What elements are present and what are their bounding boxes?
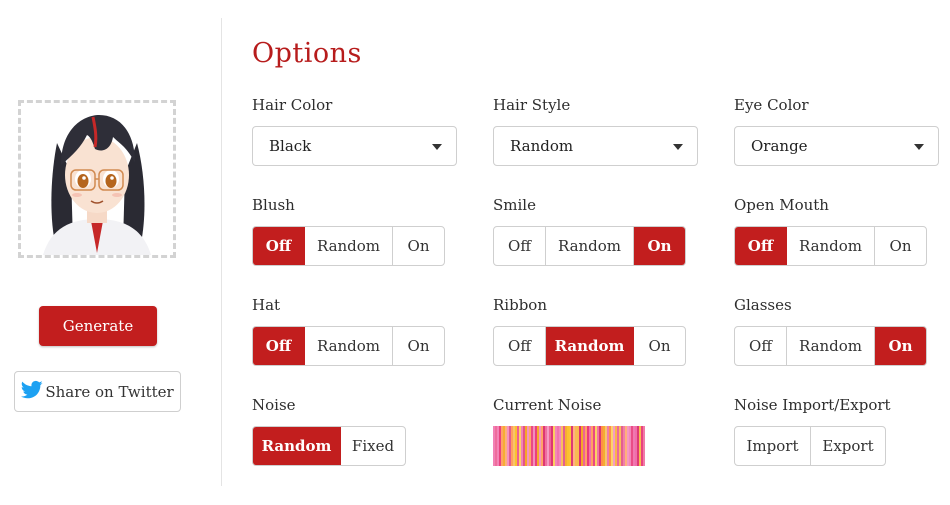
smile-option-random[interactable]: Random — [546, 227, 634, 265]
ribbon-option-random[interactable]: Random — [546, 327, 634, 365]
import-button[interactable]: Import — [735, 427, 811, 465]
glasses-option-off[interactable]: Off — [735, 327, 787, 365]
noise-label: Noise — [252, 396, 296, 414]
hat-option-on[interactable]: On — [393, 327, 444, 365]
current-noise-label: Current Noise — [493, 396, 602, 414]
blush-toggle-group: Off Random On — [252, 226, 445, 266]
share-twitter-button[interactable]: Share on Twitter — [14, 371, 181, 412]
blush-option-random[interactable]: Random — [305, 227, 393, 265]
smile-label: Smile — [493, 196, 536, 214]
glasses-toggle-group: Off Random On — [734, 326, 927, 366]
open-mouth-option-off[interactable]: Off — [735, 227, 787, 265]
share-twitter-label: Share on Twitter — [45, 382, 174, 401]
preview-panel: Generate Share on Twitter — [0, 0, 220, 505]
blush-option-on[interactable]: On — [393, 227, 444, 265]
glasses-label: Glasses — [734, 296, 792, 314]
eye-color-label: Eye Color — [734, 96, 809, 114]
blush-label: Blush — [252, 196, 295, 214]
ribbon-option-off[interactable]: Off — [494, 327, 546, 365]
hair-style-select[interactable]: Random — [493, 126, 698, 166]
panel-divider — [221, 18, 222, 486]
glasses-option-random[interactable]: Random — [787, 327, 875, 365]
chevron-down-icon — [432, 144, 442, 150]
options-title: Options — [252, 38, 362, 69]
hat-label: Hat — [252, 296, 281, 314]
chevron-down-icon — [914, 144, 924, 150]
smile-toggle-group: Off Random On — [493, 226, 686, 266]
open-mouth-label: Open Mouth — [734, 196, 829, 214]
current-noise-visualization — [493, 426, 645, 466]
ribbon-label: Ribbon — [493, 296, 547, 314]
glasses-option-on[interactable]: On — [875, 327, 926, 365]
open-mouth-toggle-group: Off Random On — [734, 226, 927, 266]
eye-color-select[interactable]: Orange — [734, 126, 939, 166]
hair-color-value: Black — [269, 137, 312, 155]
noise-option-fixed[interactable]: Fixed — [341, 427, 405, 465]
open-mouth-option-random[interactable]: Random — [787, 227, 875, 265]
ribbon-option-on[interactable]: On — [634, 327, 685, 365]
anime-avatar-image — [43, 115, 151, 255]
hat-option-random[interactable]: Random — [305, 327, 393, 365]
eye-color-value: Orange — [751, 137, 808, 155]
generated-avatar-frame — [18, 100, 176, 258]
ribbon-toggle-group: Off Random On — [493, 326, 686, 366]
twitter-bird-icon — [21, 380, 43, 404]
hair-style-label: Hair Style — [493, 96, 571, 114]
generate-button[interactable]: Generate — [39, 306, 157, 346]
noise-import-export-label: Noise Import/Export — [734, 396, 891, 414]
hat-option-off[interactable]: Off — [253, 327, 305, 365]
hat-toggle-group: Off Random On — [252, 326, 445, 366]
blush-option-off[interactable]: Off — [253, 227, 305, 265]
noise-toggle-group: Random Fixed — [252, 426, 406, 466]
export-button[interactable]: Export — [811, 427, 885, 465]
smile-option-off[interactable]: Off — [494, 227, 546, 265]
noise-option-random[interactable]: Random — [253, 427, 341, 465]
open-mouth-option-on[interactable]: On — [875, 227, 926, 265]
hair-style-value: Random — [510, 137, 574, 155]
chevron-down-icon — [673, 144, 683, 150]
smile-option-on[interactable]: On — [634, 227, 685, 265]
hair-color-label: Hair Color — [252, 96, 333, 114]
noise-import-export-group: Import Export — [734, 426, 886, 466]
hair-color-select[interactable]: Black — [252, 126, 457, 166]
